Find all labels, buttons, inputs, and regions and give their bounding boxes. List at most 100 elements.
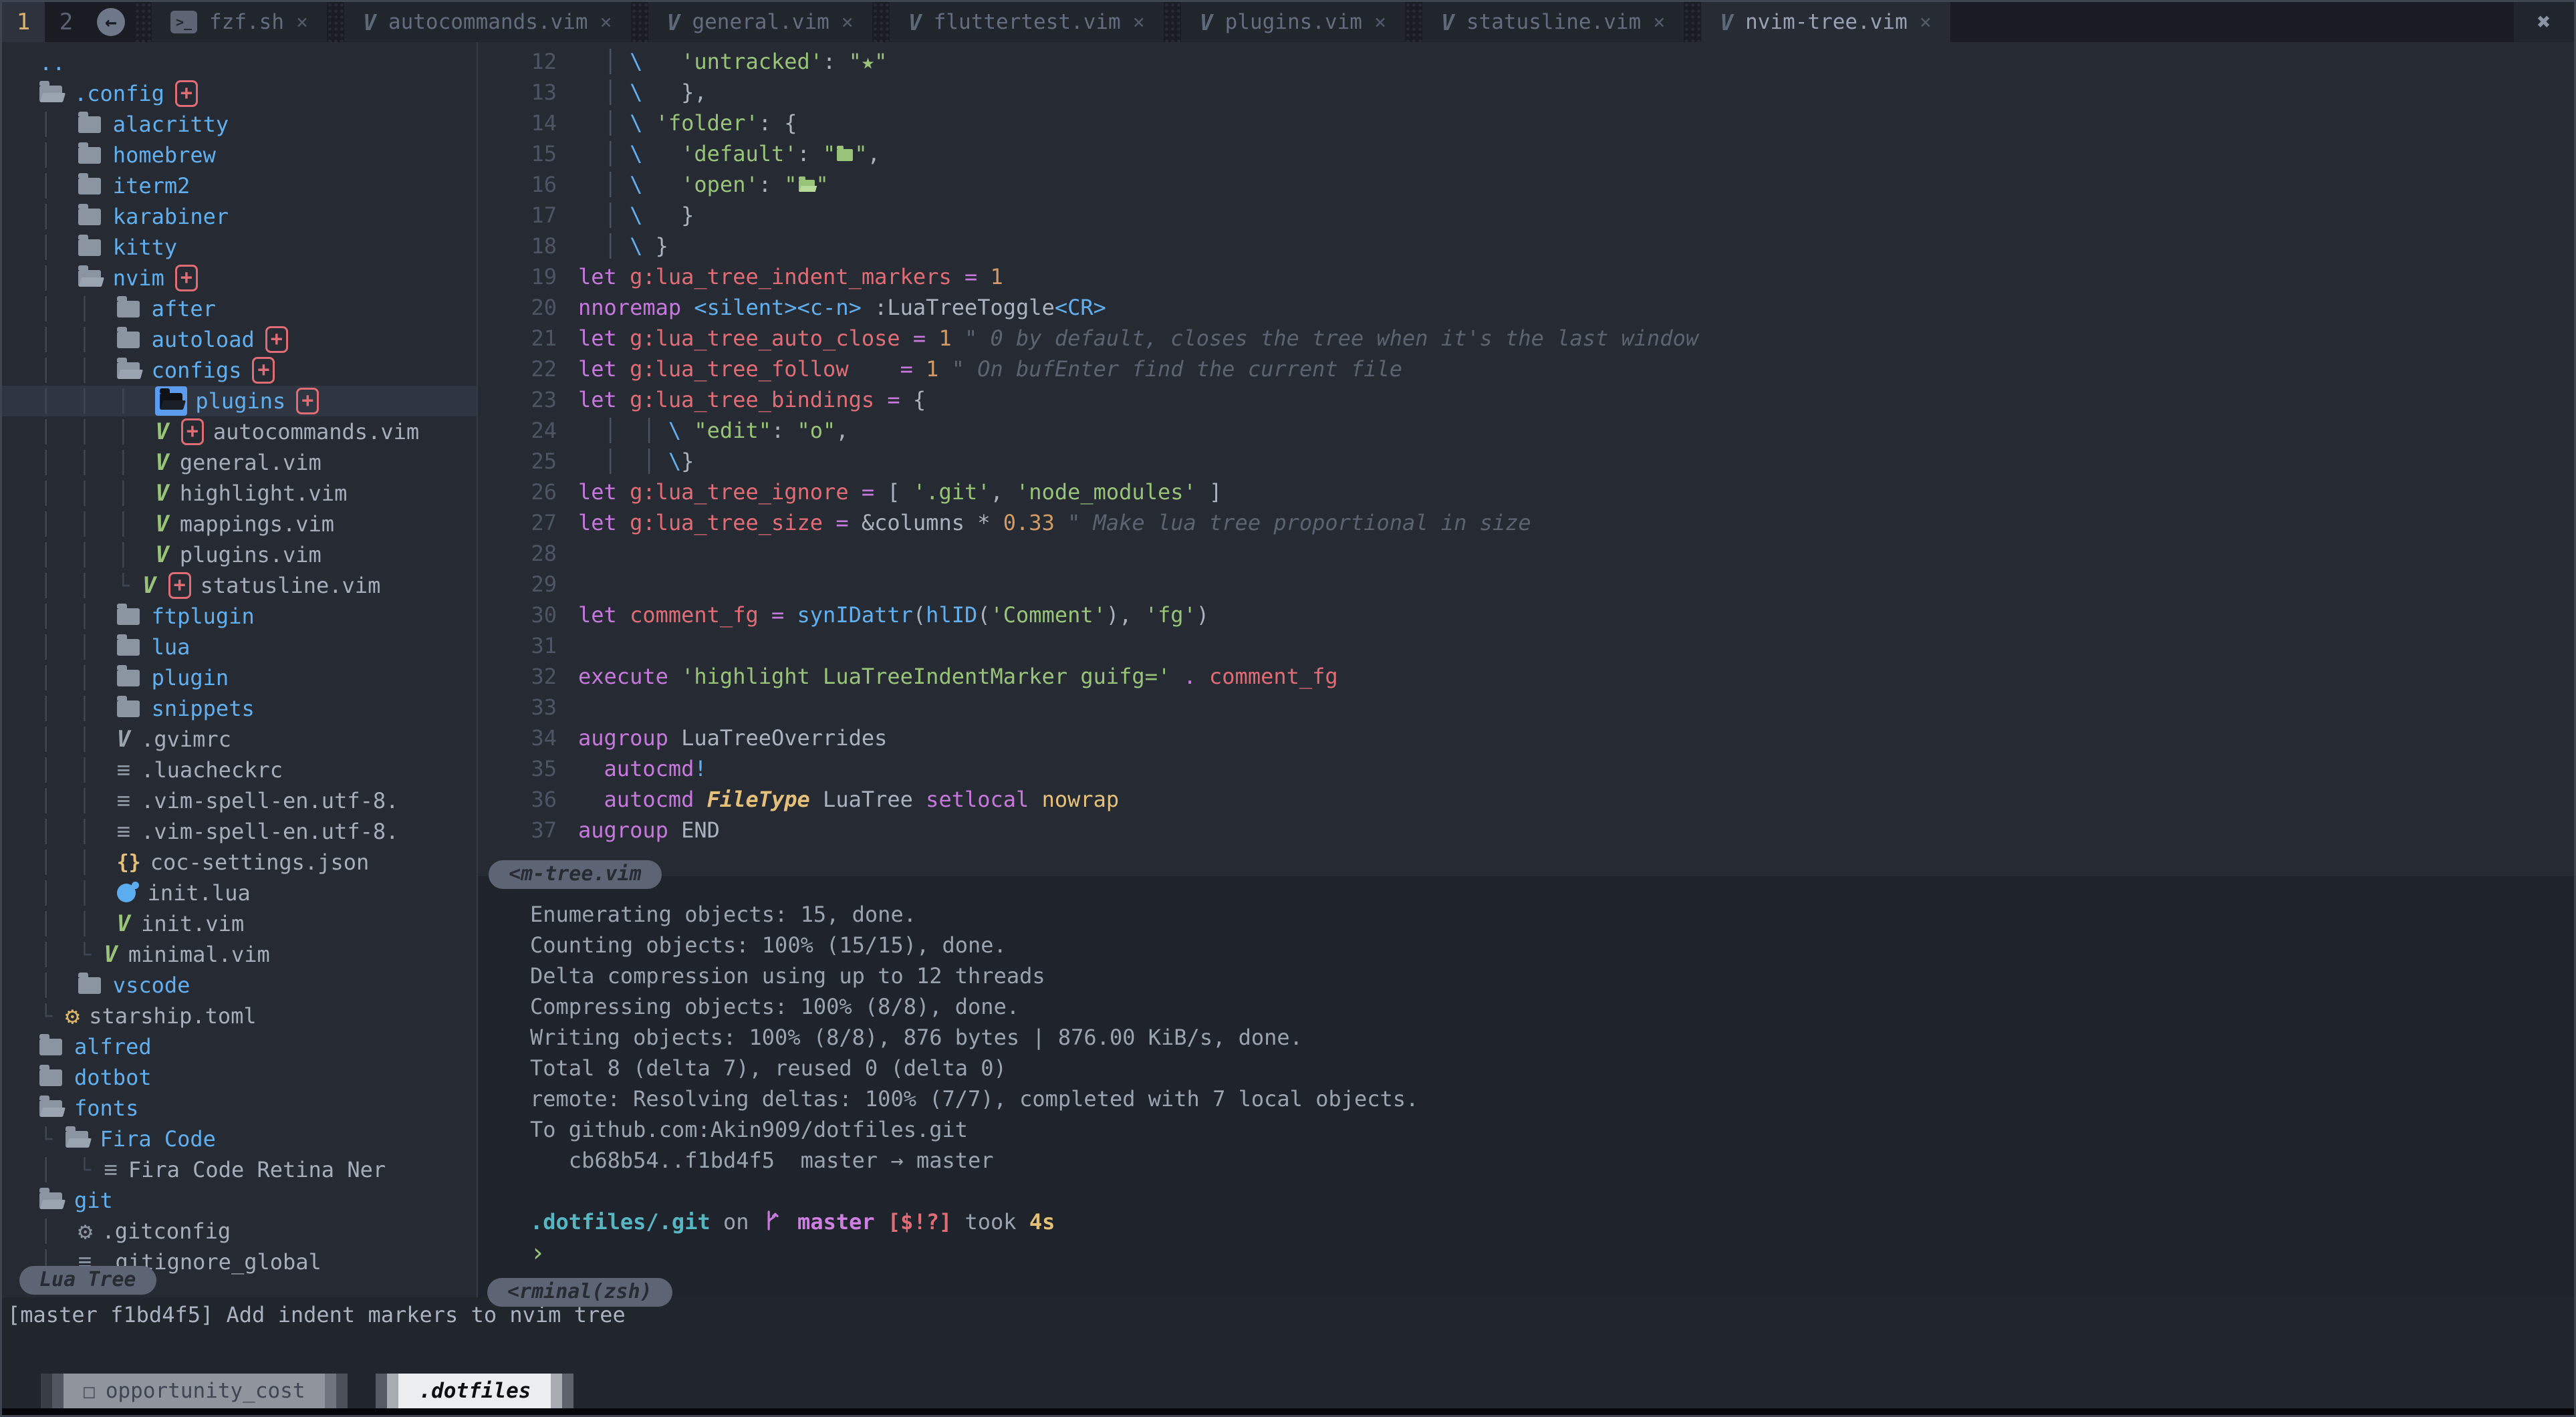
buffer-tab-plugins.vim[interactable]: Vplugins.vim× xyxy=(1181,2,1405,42)
vim-icon: V xyxy=(104,941,117,968)
tree-guide: │ xyxy=(39,1218,78,1244)
tree-row-alfred[interactable]: alfred xyxy=(2,1031,477,1062)
folder-icon xyxy=(837,149,853,161)
tree-guide: │ │ xyxy=(39,327,117,352)
buffer-tabs: >_fzf.sh× Vautocommands.vim× Vgeneral.vim×… xyxy=(134,2,1950,42)
buffer-tab-label: fluttertest.vim xyxy=(934,10,1121,34)
close-tab-icon[interactable]: × xyxy=(296,11,308,34)
tree-row-general.vim[interactable]: │ │ │ Vgeneral.vim xyxy=(2,447,477,478)
close-icon: ✖ xyxy=(2537,9,2551,35)
tree-row-snippets[interactable]: │ │ snippets xyxy=(2,693,477,724)
tree-row-mappings.vim[interactable]: │ │ │ Vmappings.vim xyxy=(2,509,477,539)
terminal-line-7: remote: Resolving deltas: 100% (7/7), co… xyxy=(530,1083,2574,1114)
close-tab-icon[interactable]: × xyxy=(1920,11,1932,34)
buffer-tab-nvim-tree.vim[interactable]: Vnvim-tree.vim× xyxy=(1701,2,1950,42)
folder-icon xyxy=(78,178,101,195)
add-badge: + xyxy=(265,326,288,353)
tree-guide: │ │ │ xyxy=(39,542,155,567)
tree-row-Fira-Code-Retina-Ner[interactable]: │ └ ≡Fira Code Retina Ner xyxy=(2,1154,477,1185)
tree-row-.gitconfig[interactable]: │ ⚙.gitconfig xyxy=(2,1216,477,1247)
tree-row-plugins[interactable]: │ │ │ plugins+ xyxy=(2,386,477,416)
buffer-tab-fluttertest.vim[interactable]: Vfluttertest.vim× xyxy=(890,2,1164,42)
tmux-segment xyxy=(376,1374,387,1408)
tmux-segment xyxy=(562,1374,573,1408)
buffer-tab-statusline.vim[interactable]: Vstatusline.vim× xyxy=(1422,2,1684,42)
tree-row-dotbot[interactable]: dotbot xyxy=(2,1062,477,1093)
editor-line-18: 18 │ \ } xyxy=(478,231,2574,261)
line-number: 31 xyxy=(478,630,578,661)
history-back-button[interactable]: ← xyxy=(88,2,134,42)
line-number: 35 xyxy=(478,753,578,784)
code-text: let g:lua_tree_bindings = { xyxy=(578,384,926,415)
terminal-line-3: Delta compression using up to 12 threads xyxy=(530,960,2574,991)
tree-row-.vim-spell-en.utf-8.[interactable]: │ │ ≡.vim-spell-en.utf-8. xyxy=(2,816,477,847)
tree-item-label: Fira Code xyxy=(100,1126,216,1152)
code-text: let g:lua_tree_size = &columns * 0.33 " … xyxy=(578,507,1531,538)
tree-row-.vim-spell-en.utf-8.[interactable]: │ │ ≡.vim-spell-en.utf-8. xyxy=(2,785,477,816)
editor-pane[interactable]: 12 │ \ 'untracked': "★"13 │ \ },14 │ \ '… xyxy=(478,42,2574,876)
buffer-tab-general.vim[interactable]: Vgeneral.vim× xyxy=(648,2,872,42)
tree-row-ftplugin[interactable]: │ │ ftplugin xyxy=(2,601,477,632)
tree-row-autoload[interactable]: │ │ autoload+ xyxy=(2,324,477,355)
tmux-window-.dotfiles[interactable]: .dotfiles xyxy=(376,1374,573,1408)
tree-row-lua[interactable]: │ │ lua xyxy=(2,632,477,662)
close-tab-icon[interactable]: × xyxy=(1653,11,1665,34)
tree-row-after[interactable]: │ │ after xyxy=(2,293,477,324)
editor-line-32: 32execute 'highlight LuaTreeIndentMarker… xyxy=(478,661,2574,692)
tree-row-plugins.vim[interactable]: │ │ │ Vplugins.vim xyxy=(2,539,477,570)
tree-row-plugin[interactable]: │ │ plugin xyxy=(2,662,477,693)
line-number: 26 xyxy=(478,477,578,507)
tree-row-configs[interactable]: │ │ configs+ xyxy=(2,355,477,386)
tree-item-label: plugin xyxy=(152,665,229,690)
close-tab-icon[interactable]: × xyxy=(1133,11,1145,34)
buffer-tab-autocommands.vim[interactable]: Vautocommands.vim× xyxy=(344,2,631,42)
close-all-button[interactable]: ✖ xyxy=(2514,2,2574,42)
code-text: augroup LuaTreeOverrides xyxy=(578,723,887,753)
tree-row-statusline.vim[interactable]: │ │ └ V+statusline.vim xyxy=(2,570,477,601)
close-tab-icon[interactable]: × xyxy=(842,11,854,34)
tree-row-git[interactable]: git xyxy=(2,1185,477,1216)
line-number: 29 xyxy=(478,569,578,600)
tree-row-..[interactable]: .. xyxy=(2,47,477,78)
tree-row-minimal.vim[interactable]: │ └ Vminimal.vim xyxy=(2,939,477,970)
tree-row-homebrew[interactable]: │ homebrew xyxy=(2,140,477,170)
tree-row-init.vim[interactable]: │ │ Vinit.vim xyxy=(2,908,477,939)
tree-row-nvim[interactable]: │ nvim+ xyxy=(2,263,477,293)
tree-row-alacritty[interactable]: │ alacritty xyxy=(2,109,477,140)
tmux-window-opportunity-cost[interactable]: □opportunity_cost xyxy=(41,1374,348,1408)
editor-line-29: 29 xyxy=(478,569,2574,600)
close-tab-icon[interactable]: × xyxy=(1374,11,1386,34)
tree-guide: │ │ xyxy=(39,604,117,629)
gear-icon: ⚙ xyxy=(66,1003,80,1030)
tree-row-kitty[interactable]: │ kitty xyxy=(2,232,477,263)
tree-row-starship.toml[interactable]: └ ⚙starship.toml xyxy=(2,1001,477,1031)
tree-row-.gvimrc[interactable]: │ │ V.gvimrc xyxy=(2,724,477,755)
tree-row-autocommands.vim[interactable]: │ │ │ V+autocommands.vim xyxy=(2,416,477,447)
tree-row-highlight.vim[interactable]: │ │ │ Vhighlight.vim xyxy=(2,478,477,509)
tree-row-init.lua[interactable]: │ │ init.lua xyxy=(2,878,477,908)
tree-row-karabiner[interactable]: │ karabiner xyxy=(2,201,477,232)
code-text: let g:lua_tree_indent_markers = 1 xyxy=(578,261,1003,292)
line-number: 25 xyxy=(478,446,578,477)
git-branch-icon xyxy=(763,1209,781,1232)
vim-tab-number-1[interactable]: 1 xyxy=(2,2,45,42)
tree-row-Fira-Code[interactable]: └ Fira Code xyxy=(2,1124,477,1154)
buffer-tab-fzf.sh[interactable]: >_fzf.sh× xyxy=(152,2,327,42)
code-text: autocmd FileType LuaTree setlocal nowrap xyxy=(578,784,1119,815)
tree-row-.luacheckrc[interactable]: │ │ ≡.luacheckrc xyxy=(2,755,477,785)
close-tab-icon[interactable]: × xyxy=(600,11,612,34)
tree-row-.config[interactable]: .config+ xyxy=(2,78,477,109)
folder-icon xyxy=(39,1069,62,1086)
add-badge: + xyxy=(252,357,275,384)
vim-tab-number-2[interactable]: 2 xyxy=(45,2,88,42)
tree-row-coc-settings.json[interactable]: │ │ {}coc-settings.json xyxy=(2,847,477,878)
line-number: 24 xyxy=(478,415,578,446)
tree-guide: │ │ xyxy=(39,358,117,383)
tree-row-fonts[interactable]: fonts xyxy=(2,1093,477,1124)
terminal-pane[interactable]: <m-tree.vim Enumerating objects: 15, don… xyxy=(478,876,2574,1297)
folder-icon xyxy=(117,301,140,317)
code-text: │ │ \ "edit": "o", xyxy=(578,415,849,446)
tmux-segment xyxy=(336,1374,348,1408)
tree-row-iterm2[interactable]: │ iterm2 xyxy=(2,170,477,201)
tree-row-vscode[interactable]: │ vscode xyxy=(2,970,477,1001)
